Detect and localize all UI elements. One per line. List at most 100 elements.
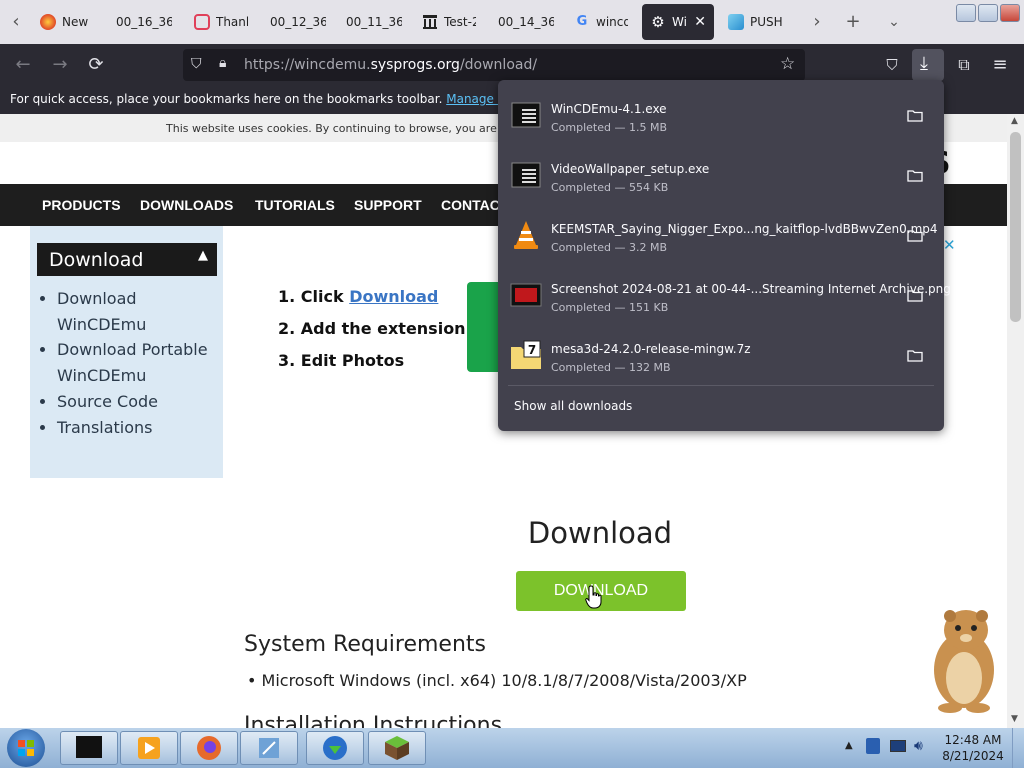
tab-push[interactable]: PUSH [720, 4, 792, 40]
sidebar-item-source-code[interactable]: Source Code [57, 389, 222, 415]
extensions-puzzle-icon[interactable]: ⧉ [952, 53, 976, 77]
url-text[interactable]: https://wincdemu.sysprogs.org/download/ [244, 57, 537, 73]
system-clock[interactable]: 12:48 AM 8/21/2024 [942, 732, 1004, 764]
scroll-up-icon[interactable]: ▲ [1011, 116, 1018, 126]
tab-thank[interactable]: Thank [186, 4, 256, 40]
minimize-window-icon[interactable] [956, 4, 976, 22]
network-icon[interactable] [890, 740, 906, 752]
dark-window-icon [76, 736, 102, 758]
tab-title: wincd [596, 15, 628, 29]
taskbar-app-minecraft[interactable] [368, 731, 426, 765]
tab-new[interactable]: New [32, 4, 102, 40]
sidebar-item-translations[interactable]: Translations [57, 415, 222, 441]
tab-title: 00_16_36 [116, 15, 172, 29]
clock-time: 12:48 AM [944, 733, 1002, 747]
folder-icon[interactable] [907, 229, 923, 242]
download-filename: WinCDEmu-4.1.exe [551, 102, 667, 116]
media-player-icon [138, 737, 160, 759]
show-all-downloads-button[interactable]: Show all downloads [514, 399, 632, 413]
pocket-icon[interactable]: ⛉ [880, 53, 904, 77]
step-number: 2. [278, 319, 296, 338]
download-status: Completed — 132 MB [551, 361, 671, 374]
sidebar-item-download-wincdemu[interactable]: Download WinCDEmu [57, 286, 222, 337]
shield-icon[interactable]: ⛉ [191, 56, 202, 72]
restore-window-icon[interactable] [978, 4, 998, 22]
tabs-scroll-right-icon[interactable]: › [807, 10, 827, 34]
page-scrollbar[interactable]: ▲ ▼ [1007, 114, 1024, 728]
grass-block-icon [385, 736, 409, 760]
step-number: 1. [278, 287, 296, 306]
tab-title: Thank [216, 15, 248, 29]
tab-00-11-36[interactable]: 00_11_36 [338, 4, 410, 40]
volume-icon[interactable]: 🔊︎ [914, 738, 923, 754]
nav-downloads[interactable]: DOWNLOADS [140, 197, 233, 213]
nav-tutorials[interactable]: TUTORIALS [255, 197, 335, 213]
tab-title: 00_14_36 [498, 15, 554, 29]
url-bar[interactable]: ⛉ 🔒︎ https://wincdemu.sysprogs.org/downl… [183, 49, 805, 81]
taskbar-app-media-player[interactable] [120, 731, 178, 765]
tab-00-14-36[interactable]: 00_14_36 [490, 4, 562, 40]
taskbar-app-notepad[interactable] [240, 731, 298, 765]
exe-icon [510, 99, 542, 131]
tab-wincd-search[interactable]: G wincd [566, 4, 636, 40]
windows-taskbar: ▲ 🔊︎ 12:48 AM 8/21/2024 [0, 728, 1024, 768]
tab-test-2[interactable]: Test-2 [414, 4, 484, 40]
sidebar-header[interactable]: Download ▲ [37, 243, 217, 276]
asana-icon [194, 14, 210, 30]
tab-00-16-36[interactable]: 00_16_36 [108, 4, 180, 40]
scroll-thumb[interactable] [1010, 132, 1021, 322]
cookie-text: This website uses cookies. By continuing… [166, 122, 532, 135]
tab-strip: ‹ New 00_16_36 Thank 00_12_36 00_11_36 T… [0, 0, 1024, 44]
tray-app-icon[interactable] [866, 738, 880, 754]
download-item-screenshot-png[interactable]: Screenshot 2024-08-21 at 00-44-...Stream… [498, 265, 951, 325]
sidebar-list: Download WinCDEmu Download Portable WinC… [44, 286, 222, 440]
collapse-caret-icon[interactable]: ▲ [198, 248, 208, 263]
tab-title: 00_11_36 [346, 15, 402, 29]
image-file-icon [510, 279, 542, 311]
step-text: Click [300, 287, 350, 306]
start-button[interactable] [7, 729, 45, 767]
bookmark-star-icon[interactable]: ☆ [780, 54, 795, 74]
download-item-mesa3d-7z[interactable]: 7 mesa3d-24.2.0-release-mingw.7z Complet… [498, 325, 944, 385]
sidebar-item-download-portable[interactable]: Download Portable WinCDEmu [57, 337, 222, 388]
folder-icon[interactable] [907, 109, 923, 122]
building-icon [422, 14, 438, 30]
forward-icon[interactable]: → [48, 53, 72, 77]
taskbar-app-firefox[interactable] [180, 731, 238, 765]
folder-icon[interactable] [907, 289, 923, 302]
download-item-keemstar-mp4[interactable]: KEEMSTAR_Saying_Nigger_Expo...ng_kaitflo… [498, 205, 944, 265]
taskbar-app-download-manager[interactable] [306, 731, 364, 765]
bookmarks-hint: For quick access, place your bookmarks h… [10, 92, 576, 106]
back-icon[interactable]: ← [11, 53, 35, 77]
system-requirement-item: • Microsoft Windows (incl. x64) 10/8.1/8… [247, 671, 747, 690]
list-all-tabs-icon[interactable]: ⌄ [884, 10, 904, 34]
nav-support[interactable]: SUPPORT [354, 197, 422, 213]
panel-divider [508, 385, 934, 386]
installation-instructions-heading: Installation Instructions [244, 713, 503, 728]
download-filename: mesa3d-24.2.0-release-mingw.7z [551, 342, 751, 356]
show-hidden-icons-icon[interactable]: ▲ [845, 740, 853, 751]
lock-icon[interactable]: 🔒︎ [219, 55, 226, 71]
tab-00-12-36[interactable]: 00_12_36 [262, 4, 334, 40]
folder-icon[interactable] [907, 349, 923, 362]
ad-download-link[interactable]: Download [349, 287, 438, 306]
scroll-down-icon[interactable]: ▼ [1011, 714, 1018, 724]
tabs-scroll-left-icon[interactable]: ‹ [6, 10, 26, 34]
show-desktop-button[interactable] [1012, 728, 1024, 768]
reload-icon[interactable]: ⟳ [84, 53, 108, 77]
close-window-icon[interactable] [1000, 4, 1020, 22]
close-tab-icon[interactable]: ✕ [694, 14, 706, 30]
hamburger-menu-icon[interactable]: ≡ [988, 53, 1012, 77]
downloads-button[interactable]: ⤓ [912, 49, 944, 81]
nav-products[interactable]: PRODUCTS [42, 197, 121, 213]
ad-close-icon[interactable]: ✕ [943, 236, 956, 254]
taskbar-app-terminal[interactable] [60, 731, 118, 765]
download-item-videowallpaper[interactable]: VideoWallpaper_setup.exe Completed — 554… [498, 145, 944, 205]
tab-wincdemu-active[interactable]: ⚙ Wi ✕ [642, 4, 714, 40]
download-status: Completed — 1.5 MB [551, 121, 668, 134]
folder-icon[interactable] [907, 169, 923, 182]
hand-cursor-icon [585, 585, 602, 609]
download-item-wincdemu[interactable]: WinCDEmu-4.1.exe Completed — 1.5 MB [498, 85, 944, 145]
new-tab-icon[interactable]: + [843, 10, 863, 34]
nav-contact[interactable]: CONTAC [441, 197, 500, 213]
